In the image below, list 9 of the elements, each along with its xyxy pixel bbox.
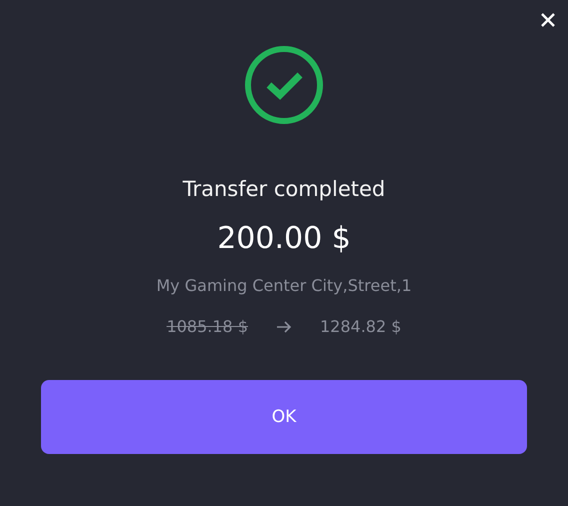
- dialog-title: Transfer completed: [182, 177, 386, 201]
- close-icon[interactable]: [541, 13, 555, 27]
- previous-balance: 1085.18 $: [166, 317, 248, 336]
- recipient-address: My Gaming Center City,Street,1: [156, 276, 412, 295]
- arrow-right-icon: [276, 320, 292, 332]
- check-circle-icon: [244, 45, 324, 125]
- ok-button[interactable]: OK: [41, 380, 527, 454]
- transfer-amount: 200.00 $: [217, 221, 351, 256]
- new-balance: 1284.82 $: [320, 317, 402, 336]
